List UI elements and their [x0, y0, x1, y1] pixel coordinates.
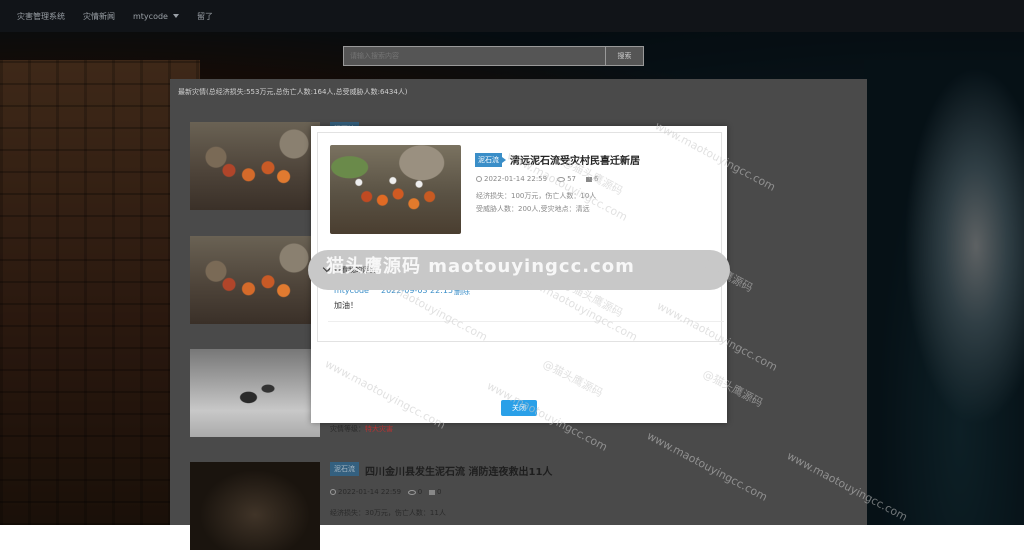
summary-text: 最新灾情(总经济损失:553万元,总伤亡人数:164人,总受威胁人数:6434人…	[178, 88, 408, 96]
modal-news-image	[330, 145, 461, 234]
search-button[interactable]: 搜索	[606, 46, 644, 66]
close-button[interactable]: 关闭	[501, 400, 537, 416]
news-thumbnail[interactable]	[190, 462, 320, 550]
comment-text: 加油！	[334, 301, 358, 310]
news-meta: 2022-01-14 22:59 0 0	[330, 488, 441, 496]
comment-icon	[586, 176, 593, 182]
modal-threat-line: 受威胁人数：200人,受灾地点：清远	[476, 205, 590, 213]
news-views: 0	[417, 488, 423, 496]
modal-comments-group: 6	[586, 175, 598, 183]
comment-icon	[428, 489, 435, 495]
modal-news-tag: 泥石流	[475, 153, 506, 167]
nav-user-menu[interactable]: mtycode	[133, 12, 179, 21]
eye-icon	[407, 489, 416, 495]
disaster-level-line: 灾情等级：特大灾害	[330, 424, 393, 434]
news-thumbnail[interactable]	[190, 349, 320, 437]
nav-leave-message[interactable]: 留了	[197, 11, 213, 22]
search-input[interactable]	[343, 46, 606, 66]
news-thumbnail[interactable]	[190, 122, 320, 210]
news-comments: 0	[436, 488, 442, 496]
clock-icon	[330, 489, 336, 495]
nav-disaster-news[interactable]: 灾情新闻	[83, 11, 115, 22]
watermark-banner: 猫头鹰源码 maotouyingcc.com	[326, 256, 635, 277]
nav-user-label: mtycode	[133, 11, 168, 21]
disaster-level-value: 特大灾害	[365, 425, 393, 433]
news-thumbnail[interactable]	[190, 236, 320, 324]
modal-time: 2022-01-14 22:59	[484, 175, 548, 183]
news-line: 经济损失：30万元，伤亡人数：11人	[330, 509, 446, 517]
modal-loss-line: 经济损失：100万元，伤亡人数：10人	[476, 192, 597, 200]
modal-news-card: 泥石流 清远泥石流受灾村民喜迁新居 2022-01-14 22:59 57 6 …	[308, 132, 730, 342]
modal-news-title: 清远泥石流受灾村民喜迁新居	[510, 156, 640, 167]
modal-views-group: 57	[557, 175, 576, 183]
modal-news-meta: 2022-01-14 22:59 57 6	[476, 175, 598, 183]
nav-brand[interactable]: 灾害管理系统	[17, 11, 65, 22]
chevron-down-icon	[172, 14, 179, 18]
modal-time-group: 2022-01-14 22:59	[476, 175, 547, 183]
disaster-level-label: 灾情等级：	[330, 425, 365, 433]
top-navbar: 灾害管理系统 灾情新闻 mtycode 留了	[0, 0, 1024, 32]
clock-icon	[476, 176, 482, 182]
news-tag: 泥石流	[330, 462, 359, 476]
eye-icon	[557, 176, 566, 182]
modal-comments: 6	[594, 175, 599, 183]
search-bar: 搜索	[343, 46, 644, 66]
news-title[interactable]: 四川金川县发生泥石流 消防连夜救出11人	[365, 463, 552, 478]
divider	[328, 321, 724, 322]
modal-views: 57	[567, 175, 577, 183]
news-time: 2022-01-14 22:59	[338, 488, 402, 496]
